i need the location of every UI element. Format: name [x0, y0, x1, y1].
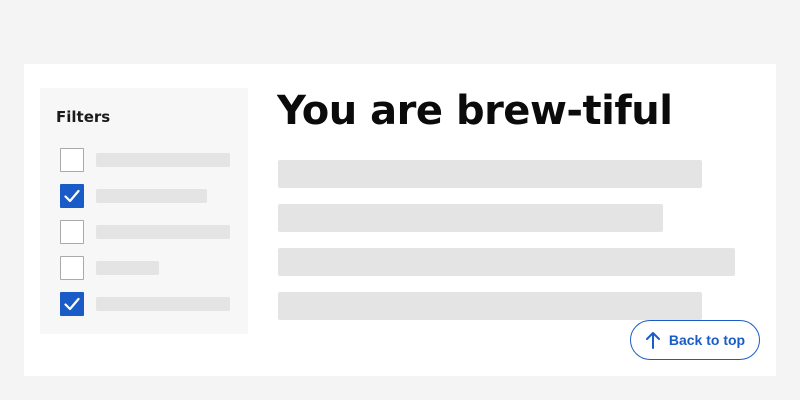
- filter-option-2[interactable]: [60, 184, 230, 208]
- filters-panel: Filters: [40, 88, 248, 334]
- text-line-placeholder: [278, 292, 702, 320]
- filters-title: Filters: [56, 108, 111, 126]
- checkmark-icon: [64, 189, 80, 203]
- filter-label-placeholder: [96, 297, 230, 311]
- filter-option-3[interactable]: [60, 220, 230, 244]
- text-line-placeholder: [278, 204, 663, 232]
- content-card: Filters You are brew-tiful Back to top: [24, 64, 776, 376]
- filter-checkbox-1[interactable]: [60, 148, 84, 172]
- filter-checkbox-2[interactable]: [60, 184, 84, 208]
- filter-checkbox-3[interactable]: [60, 220, 84, 244]
- back-to-top-button[interactable]: Back to top: [630, 320, 760, 360]
- page-heading: You are brew-tiful: [277, 88, 673, 134]
- filter-label-placeholder: [96, 261, 159, 275]
- filter-checkbox-5[interactable]: [60, 292, 84, 316]
- arrow-up-icon: [645, 332, 660, 349]
- filter-label-placeholder: [96, 153, 230, 167]
- filter-label-placeholder: [96, 189, 207, 203]
- filter-option-4[interactable]: [60, 256, 230, 280]
- text-line-placeholder: [278, 248, 735, 276]
- checkmark-icon: [64, 297, 80, 311]
- text-line-placeholder: [278, 160, 702, 188]
- filter-option-5[interactable]: [60, 292, 230, 316]
- filter-option-1[interactable]: [60, 148, 230, 172]
- filter-label-placeholder: [96, 225, 230, 239]
- filter-checkbox-4[interactable]: [60, 256, 84, 280]
- back-to-top-label: Back to top: [668, 332, 746, 348]
